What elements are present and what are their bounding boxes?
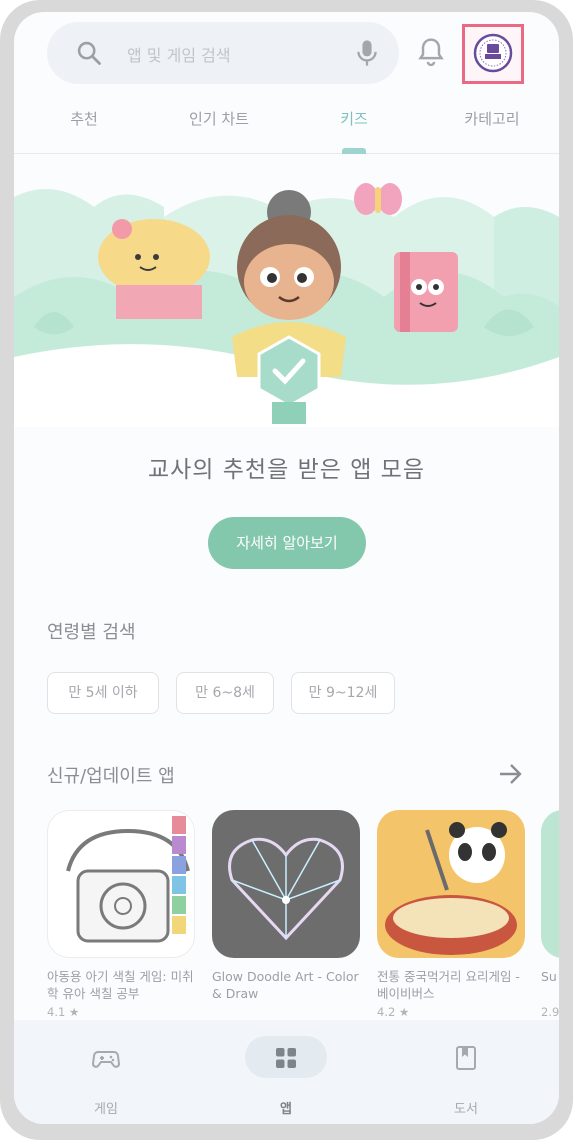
book-icon [456, 1046, 476, 1070]
kids-banner-illustration[interactable] [14, 157, 559, 427]
gamepad-icon [92, 1051, 120, 1068]
app-icon [541, 810, 559, 958]
app-icon [47, 810, 195, 958]
search-placeholder: 앱 및 게임 검색 [127, 46, 231, 65]
nav-label: 도서 [454, 1102, 478, 1117]
app-rating: 4.2 ★ [377, 1005, 410, 1019]
app-name: Su [541, 969, 557, 984]
app-card[interactable]: 아동용 아기 색칠 게임: 미취학 유아 색칠 공부 4.1 ★ [47, 810, 197, 1019]
category-tabs: 추천 인기 차트 키즈 카테고리 [14, 108, 559, 154]
profile-avatar-button[interactable] [462, 24, 524, 84]
age-chip-under-5[interactable]: 만 5세 이하 [47, 672, 159, 714]
banner-title: 교사의 추천을 받은 앱 모음 [147, 457, 425, 483]
age-chip-6-8[interactable]: 만 6~8세 [176, 672, 274, 714]
nav-label: 앱 [280, 1102, 292, 1117]
app-card[interactable]: Su 2.9 [541, 810, 559, 1019]
app-icon [377, 810, 525, 958]
app-name: Glow Doodle Art - Color & Draw [212, 969, 359, 1001]
app-name: 아동용 아기 색칠 게임: 미취학 유아 색칠 공부 [47, 969, 194, 1001]
new-apps-title: 신규/업데이트 앱 [47, 766, 175, 787]
app-rating: 4.1 ★ [47, 1005, 80, 1019]
tab-recommended[interactable]: 추천 [54, 108, 114, 129]
age-chip-9-12[interactable]: 만 9~12세 [291, 672, 395, 714]
tab-categories[interactable]: 카테고리 [452, 108, 532, 129]
screen: 앱 및 게임 검색 추천 인기 차트 키즈 카테고리 교사의 추천을 받은 앱 … [14, 12, 559, 1124]
avatar [473, 33, 513, 73]
bottom-navigation: 게임 앱 도서 [14, 1020, 559, 1124]
search-icon [77, 41, 101, 65]
tab-kids[interactable]: 키즈 [324, 108, 384, 129]
active-tab-indicator [342, 148, 366, 154]
app-name: 전통 중국먹거리 요리게임 - 베이비버스 [377, 969, 520, 1001]
nav-label: 게임 [94, 1102, 118, 1117]
content: 앱 및 게임 검색 추천 인기 차트 키즈 카테고리 교사의 추천을 받은 앱 … [14, 12, 559, 1124]
phone-frame: 앱 및 게임 검색 추천 인기 차트 키즈 카테고리 교사의 추천을 받은 앱 … [0, 0, 573, 1140]
app-rating: 2.9 [541, 1005, 559, 1019]
glowing-heart-icon [228, 837, 344, 941]
app-card[interactable]: Glow Doodle Art - Color & Draw [212, 810, 362, 1005]
arrow-right-icon[interactable] [498, 762, 524, 786]
notification-bell-icon[interactable] [416, 36, 446, 68]
microphone-icon[interactable] [353, 37, 381, 69]
app-icon [212, 810, 360, 958]
learn-more-button[interactable]: 자세히 알아보기 [208, 517, 366, 569]
telephone-coloring-icon [66, 816, 190, 943]
apps-grid-icon [276, 1048, 296, 1068]
panda-noodle-icon [385, 822, 517, 955]
tab-top-charts[interactable]: 인기 차트 [174, 108, 264, 129]
search-bar[interactable]: 앱 및 게임 검색 [47, 22, 399, 84]
age-search-title: 연령별 검색 [47, 622, 136, 643]
app-card[interactable]: 전통 중국먹거리 요리게임 - 베이비버스 4.2 ★ [377, 810, 527, 1019]
